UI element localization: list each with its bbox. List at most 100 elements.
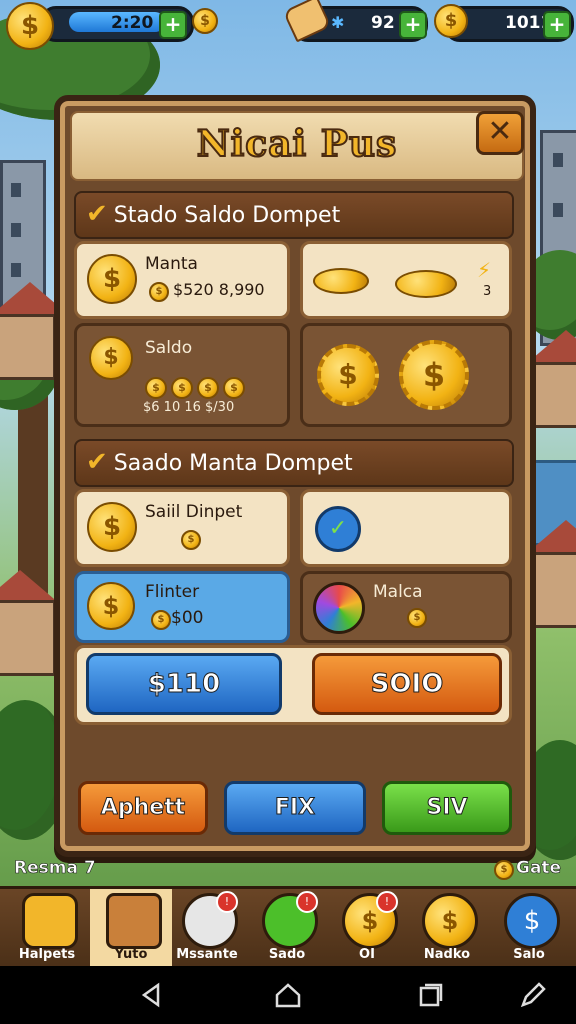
dollar-coin-icon: $: [87, 502, 137, 552]
add-gems-button[interactable]: +: [399, 11, 427, 39]
tile-label: Manta: [145, 254, 198, 274]
nav-label: Sado: [268, 947, 306, 962]
close-button[interactable]: ✕: [476, 111, 524, 155]
lightning-icon: ⚡: [477, 258, 492, 282]
gems-value: 92: [371, 13, 395, 33]
fix-button[interactable]: FIX: [224, 781, 366, 835]
dollar-coin-icon: $: [87, 582, 135, 630]
small-coin-icon: $: [181, 530, 201, 550]
tile-value: $520 8,990: [173, 280, 265, 299]
buy-blue-button[interactable]: $110: [86, 653, 282, 715]
tile-badge: 3: [483, 284, 492, 299]
tile-manta[interactable]: $ Manta $ $520 8,990: [74, 241, 290, 319]
coin-icon: $: [171, 377, 193, 399]
nav-label: Mssante: [176, 947, 238, 962]
section-header-manta: ✔ Saado Manta Dompet: [74, 439, 514, 487]
nav-item-salo[interactable]: $ Salo: [488, 889, 570, 969]
coin-icon: $: [145, 377, 167, 399]
footer-right-text: Gate: [516, 858, 562, 879]
tile-dompet[interactable]: $ Saiil Dinpet $: [74, 489, 290, 567]
tree-trunk: [18, 380, 48, 600]
section-title: Stado Saldo Dompet: [113, 203, 341, 228]
apply-button[interactable]: Aphett: [78, 781, 208, 835]
dollar-coin-icon: $: [87, 254, 137, 304]
tile-malca[interactable]: Malca $: [300, 571, 512, 643]
nav-item-mssante[interactable]: ! Mssante: [166, 889, 248, 969]
nav-label: Yuto: [114, 947, 148, 962]
coin-icon: $: [223, 377, 245, 399]
nav-item-yuto[interactable]: Yuto: [90, 889, 172, 969]
back-icon[interactable]: [138, 982, 164, 1008]
footer-strip: Resma 7 $ Gate: [0, 852, 576, 886]
box-icon: [106, 893, 162, 949]
nav-item-oi[interactable]: $ ! OI: [326, 889, 408, 969]
buy-orange-button[interactable]: SOIO: [312, 653, 502, 715]
nav-item-sado[interactable]: ! Sado: [246, 889, 328, 969]
nav-label: Nadko: [423, 947, 471, 962]
tile-coin-stack[interactable]: ⚡ 3: [300, 241, 512, 319]
coin-row: $ $ $ $: [145, 376, 245, 399]
coin-stack-icon: [313, 268, 369, 294]
dollar-icon: $: [504, 893, 560, 949]
house-roof: [0, 570, 60, 604]
notification-badge: !: [216, 891, 238, 913]
rainbow-gem-icon: [313, 582, 365, 634]
check-icon: ✔: [86, 199, 108, 229]
system-nav-bar: [0, 966, 576, 1024]
wallet-panel: Nicai Pus ✕ ✔ Stado Saldo Dompet $ Manta …: [54, 95, 536, 857]
nav-label: Salo: [513, 947, 545, 962]
tile-confirm[interactable]: ✓: [300, 489, 512, 567]
home-icon[interactable]: [274, 982, 302, 1008]
add-gold-button[interactable]: +: [543, 11, 571, 39]
coins-value: 2:20: [111, 13, 154, 33]
bottom-nav: Halpets Yuto ! Mssante ! Sado $ ! OI $ N…: [0, 886, 576, 969]
gold-coin-icon: $: [434, 4, 468, 38]
pen-icon[interactable]: [518, 980, 548, 1010]
house: [532, 362, 576, 428]
tile-value: $00: [171, 608, 204, 628]
house: [0, 600, 56, 676]
tile-label: Malca: [373, 582, 423, 602]
coin-icon: $: [422, 893, 478, 949]
check-icon: ✔: [86, 447, 108, 477]
coin-icon: $: [494, 860, 514, 880]
section-title: Saado Manta Dompet: [113, 451, 353, 476]
tile-label: Flinter: [145, 582, 200, 602]
panel-title: Nicai Pus: [196, 122, 398, 166]
tile-gear-coins[interactable]: $ $: [300, 323, 512, 427]
gear-coin-icon: $: [317, 344, 379, 406]
house: [532, 552, 576, 628]
gem-icon: ✱: [331, 13, 345, 32]
tile-flinter[interactable]: $ Flinter $ $00: [74, 571, 290, 643]
nav-item-nadko[interactable]: $ Nadko: [406, 889, 488, 969]
nav-label: Halpets: [18, 947, 76, 962]
tile-values: $6 10 16 $/30: [143, 400, 235, 415]
house: [0, 314, 56, 380]
dollar-coin-icon: $: [6, 2, 54, 50]
coins-resource: 2:20 +: [40, 6, 194, 42]
coin-stack-icon: [395, 270, 457, 298]
tile-label: Saiil Dinpet: [145, 502, 243, 522]
map-icon: [22, 893, 78, 949]
nav-item-halpets[interactable]: Halpets: [6, 889, 88, 969]
gear-coin-icon: $: [399, 340, 469, 410]
checkmark-icon: ✓: [315, 506, 361, 552]
small-coin-icon: $: [407, 608, 427, 628]
footer-left-text: Resma 7: [14, 858, 96, 879]
notification-badge: !: [296, 891, 318, 913]
save-button[interactable]: SIV: [382, 781, 512, 835]
panel-header: Nicai Pus ✕: [70, 111, 524, 181]
recents-icon[interactable]: [418, 982, 444, 1008]
tile-saldo[interactable]: $ Saldo $ $ $ $ $6 10 16 $/30: [74, 323, 290, 427]
small-coin-icon: $: [151, 610, 171, 630]
coin-icon: $: [192, 8, 218, 34]
notification-badge: !: [376, 891, 398, 913]
dollar-coin-icon: $: [89, 336, 133, 380]
add-coins-button[interactable]: +: [159, 11, 187, 39]
tile-label: Saldo: [145, 338, 193, 358]
nav-label: OI: [359, 947, 375, 962]
section-header-saldo: ✔ Stado Saldo Dompet: [74, 191, 514, 239]
small-coin-icon: $: [149, 282, 169, 302]
coin-icon: $: [197, 377, 219, 399]
resource-bar: 2:20 + $ $ ✱ 92 + 1011 + $: [0, 0, 576, 50]
